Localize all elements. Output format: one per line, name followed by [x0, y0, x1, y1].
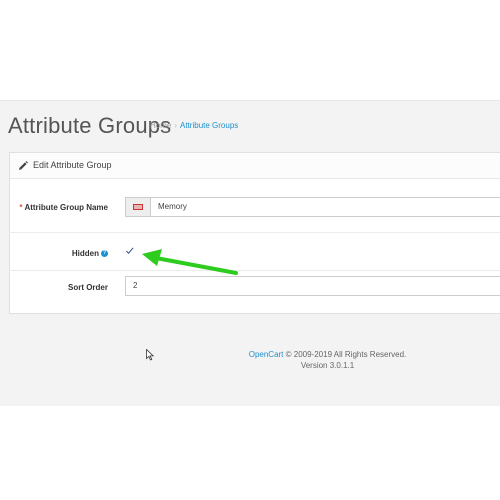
- attribute-group-name-input[interactable]: Memory: [158, 202, 187, 211]
- footer-copyright-line: OpenCart © 2009-2019 All Rights Reserved…: [248, 350, 407, 359]
- page-title: Attribute Groups: [8, 113, 172, 138]
- panel-title: Edit Attribute Group: [33, 160, 112, 170]
- sort-order-input-group: 2: [125, 276, 500, 296]
- opencart-link[interactable]: OpenCart: [249, 350, 284, 359]
- footer-version: Version 3.0.1.1: [300, 361, 355, 370]
- hidden-checkbox[interactable]: [125, 246, 134, 255]
- breadcrumb-attribute-groups[interactable]: Attribute Groups: [180, 121, 238, 130]
- language-flag-addon: [126, 198, 151, 216]
- mouse-cursor-icon: [146, 349, 154, 361]
- sort-order-input[interactable]: 2: [133, 281, 137, 290]
- help-icon[interactable]: ?: [101, 250, 108, 258]
- panel-heading: Edit Attribute Group: [10, 153, 500, 179]
- breadcrumb-home[interactable]: Home: [150, 121, 171, 130]
- footer: OpenCart © 2009-2019 All Rights Reserved…: [200, 349, 455, 371]
- hidden-label: Hidden?: [71, 249, 108, 258]
- pencil-icon: [19, 161, 28, 170]
- sort-order-label: Sort Order: [67, 283, 108, 292]
- breadcrumb-separator: ›: [174, 121, 178, 130]
- attribute-group-name-input-group: Memory: [125, 197, 500, 217]
- required-marker: *: [19, 203, 23, 212]
- breadcrumb: Home › Attribute Groups: [150, 121, 238, 130]
- english-flag-icon: [133, 204, 143, 210]
- attribute-group-name-label: * Attribute Group Name: [19, 203, 108, 212]
